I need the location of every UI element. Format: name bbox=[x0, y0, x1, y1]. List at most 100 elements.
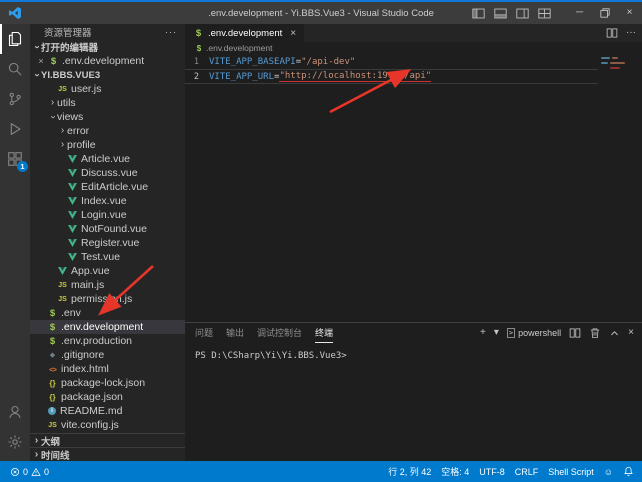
close-panel-icon[interactable]: × bbox=[628, 328, 634, 338]
tree-item-label: .env bbox=[61, 307, 81, 319]
tree-item-Index.vue[interactable]: Index.vue bbox=[30, 194, 185, 208]
timeline-header[interactable]: › 时间线 bbox=[30, 447, 185, 461]
project-name: YI.BBS.VUE3 bbox=[41, 70, 100, 81]
project-header[interactable]: › YI.BBS.VUE3 bbox=[30, 68, 185, 82]
panel-tab-输出[interactable]: 输出 bbox=[226, 323, 244, 343]
tree-item-utils[interactable]: ›utils bbox=[30, 96, 185, 110]
panel-tab-调试控制台[interactable]: 调试控制台 bbox=[257, 323, 302, 343]
error-icon bbox=[10, 467, 20, 477]
status-bar: 0 0 行 2, 列 42 空格: 4 UTF-8 CRLF Shell Scr… bbox=[0, 461, 642, 482]
close-icon[interactable]: × bbox=[36, 56, 46, 66]
chevron-right-icon: › bbox=[32, 436, 41, 446]
tree-item-.env.development[interactable]: $.env.development bbox=[30, 320, 185, 334]
json-icon: {} bbox=[47, 379, 58, 388]
new-terminal-icon[interactable]: + bbox=[480, 328, 486, 338]
panel-tab-问题[interactable]: 问题 bbox=[195, 323, 213, 343]
feedback-icon[interactable]: ☺ bbox=[599, 467, 618, 477]
open-editors-header[interactable]: › 打开的编辑器 bbox=[30, 40, 185, 54]
toggle-secondary-sidebar-icon[interactable] bbox=[516, 8, 529, 19]
tree-item-NotFound.vue[interactable]: NotFound.vue bbox=[30, 222, 185, 236]
more-actions-icon[interactable]: ··· bbox=[626, 28, 636, 38]
language-mode[interactable]: Shell Script bbox=[543, 467, 599, 477]
layout-controls bbox=[472, 8, 551, 19]
tree-item-Register.vue[interactable]: Register.vue bbox=[30, 236, 185, 250]
split-editor-icon[interactable] bbox=[606, 27, 618, 39]
shell-label: powershell bbox=[518, 328, 561, 338]
tree-item-README.md[interactable]: iREADME.md bbox=[30, 404, 185, 418]
activity-run-debug[interactable] bbox=[0, 114, 30, 144]
env-icon: $ bbox=[47, 322, 58, 333]
vue-icon bbox=[67, 239, 78, 247]
minimap[interactable] bbox=[598, 54, 642, 322]
activity-explorer[interactable] bbox=[0, 24, 30, 54]
toggle-panel-icon[interactable] bbox=[494, 8, 507, 19]
tree-item-Login.vue[interactable]: Login.vue bbox=[30, 208, 185, 222]
breadcrumb[interactable]: $ .env.development bbox=[185, 42, 642, 54]
explorer-sidebar: 资源管理器 ··· › 打开的编辑器 × $ .env.development … bbox=[30, 24, 185, 461]
env-value: "/api-dev" bbox=[301, 57, 355, 67]
tree-item-label: error bbox=[67, 125, 89, 137]
encoding-status[interactable]: UTF-8 bbox=[474, 467, 510, 477]
minimize-icon[interactable]: ─ bbox=[567, 2, 592, 24]
tree-item-Test.vue[interactable]: Test.vue bbox=[30, 250, 185, 264]
activity-account[interactable] bbox=[0, 397, 30, 427]
outline-header[interactable]: › 大纲 bbox=[30, 433, 185, 447]
toggle-sidebar-icon[interactable] bbox=[472, 8, 485, 19]
tree-item-package.json[interactable]: {}package.json bbox=[30, 390, 185, 404]
eol-status[interactable]: CRLF bbox=[510, 467, 544, 477]
code-editor[interactable]: 1VITE_APP_BASEAPI="/api-dev" 2VITE_APP_U… bbox=[185, 54, 642, 322]
json-icon: {} bbox=[47, 393, 58, 402]
tree-item-views[interactable]: ›views bbox=[30, 110, 185, 124]
tab-bar: $ .env.development × ··· bbox=[185, 24, 642, 42]
problems-status[interactable]: 0 0 bbox=[5, 467, 54, 477]
open-editor-item[interactable]: × $ .env.development bbox=[30, 54, 185, 68]
vue-icon bbox=[67, 211, 78, 219]
title-bar: .env.development - Yi.BBS.Vue3 - Visual … bbox=[0, 0, 642, 24]
tree-item-App.vue[interactable]: App.vue bbox=[30, 264, 185, 278]
tree-item-user.js[interactable]: JSuser.js bbox=[30, 82, 185, 96]
tree-item-label: Discuss.vue bbox=[81, 167, 138, 179]
tree-item-package-lock.json[interactable]: {}package-lock.json bbox=[30, 376, 185, 390]
customize-layout-icon[interactable] bbox=[538, 8, 551, 19]
tree-item-Discuss.vue[interactable]: Discuss.vue bbox=[30, 166, 185, 180]
tree-item-label: package.json bbox=[61, 391, 123, 403]
tree-item-vite.config.js[interactable]: JSvite.config.js bbox=[30, 418, 185, 432]
more-actions-icon[interactable]: ··· bbox=[165, 27, 177, 37]
tree-item-label: utils bbox=[57, 97, 76, 109]
tree-item-.env[interactable]: $.env bbox=[30, 306, 185, 320]
open-editor-label: .env.development bbox=[62, 55, 144, 67]
activity-extensions[interactable]: 1 bbox=[0, 144, 30, 174]
kill-terminal-icon[interactable] bbox=[589, 327, 601, 339]
tree-item-EditArticle.vue[interactable]: EditArticle.vue bbox=[30, 180, 185, 194]
env-value-url[interactable]: "http://localhost:19001/api" bbox=[279, 71, 431, 82]
bell-icon[interactable] bbox=[618, 466, 639, 477]
chevron-down-icon: › bbox=[32, 71, 42, 80]
shell-selector[interactable]: >powershell bbox=[507, 328, 561, 338]
restore-icon[interactable] bbox=[592, 2, 617, 24]
tree-item-label: Register.vue bbox=[81, 237, 139, 249]
tab-env-development[interactable]: $ .env.development × bbox=[185, 24, 304, 42]
close-icon[interactable]: × bbox=[290, 28, 296, 39]
panel-tabs: 问题输出调试控制台终端 bbox=[195, 323, 333, 343]
tree-item-.gitignore[interactable]: ◆.gitignore bbox=[30, 348, 185, 362]
tree-item-Article.vue[interactable]: Article.vue bbox=[30, 152, 185, 166]
tree-item-error[interactable]: ›error bbox=[30, 124, 185, 138]
code-line-1: 1VITE_APP_BASEAPI="/api-dev" bbox=[185, 54, 642, 69]
dropdown-icon[interactable]: ▾ bbox=[494, 328, 499, 338]
close-icon[interactable]: × bbox=[617, 2, 642, 24]
maximize-panel-icon[interactable] bbox=[609, 328, 620, 339]
cursor-position[interactable]: 行 2, 列 42 bbox=[383, 465, 436, 478]
split-terminal-icon[interactable] bbox=[569, 327, 581, 339]
terminal[interactable]: PS D:\CSharp\Yi\Yi.BBS.Vue3> bbox=[185, 343, 642, 361]
panel-tab-终端[interactable]: 终端 bbox=[315, 323, 333, 343]
tree-item-label: NotFound.vue bbox=[81, 223, 147, 235]
activity-settings-gear[interactable] bbox=[0, 427, 30, 457]
tree-item-permission.js[interactable]: JSpermission.js bbox=[30, 292, 185, 306]
activity-search[interactable] bbox=[0, 54, 30, 84]
tree-item-main.js[interactable]: JSmain.js bbox=[30, 278, 185, 292]
tree-item-.env.production[interactable]: $.env.production bbox=[30, 334, 185, 348]
activity-source-control[interactable] bbox=[0, 84, 30, 114]
tree-item-index.html[interactable]: <>index.html bbox=[30, 362, 185, 376]
indentation-status[interactable]: 空格: 4 bbox=[436, 465, 474, 478]
tree-item-profile[interactable]: ›profile bbox=[30, 138, 185, 152]
